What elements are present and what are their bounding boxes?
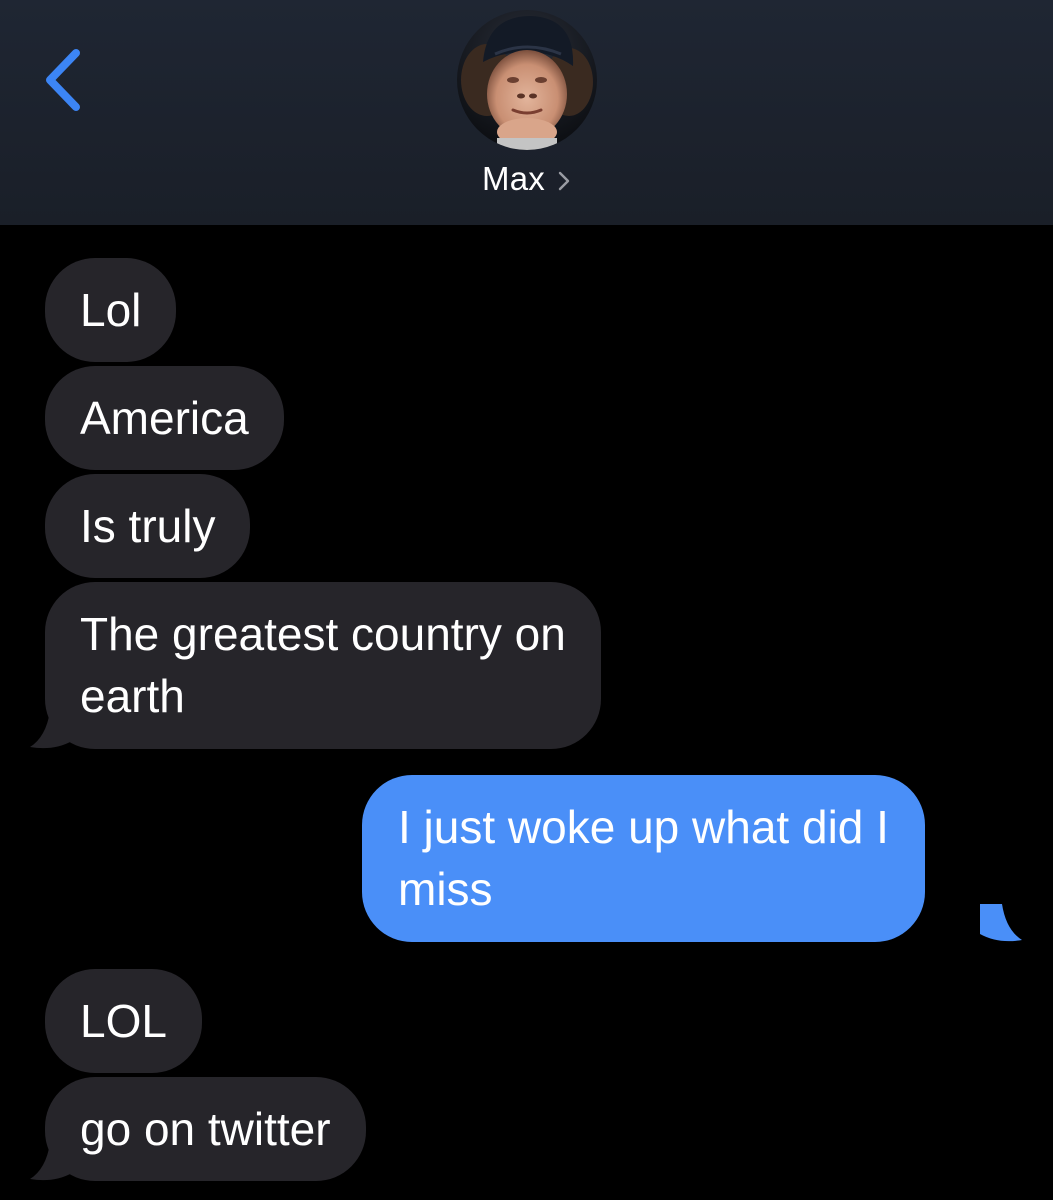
contact-name-button[interactable]: Max [0,157,1053,201]
back-button[interactable] [36,45,96,115]
message-thread: Lol America Is truly The greatest countr… [0,225,1053,1200]
message-line: The greatest country on [80,608,566,660]
message-bubble-incoming[interactable]: America [45,366,284,470]
message-bubble-incoming[interactable]: The greatest country on earth [45,582,601,749]
message-bubble-outgoing[interactable]: I just woke up what did I miss [362,775,925,942]
message-line: Is truly [80,500,216,552]
contact-photo [457,10,597,150]
message-bubble-incoming[interactable]: LOL [45,969,202,1073]
outgoing-bubble-tail [980,904,1022,942]
conversation-header: Max [0,0,1053,225]
message-line: I just woke up what did I [398,801,889,853]
chevron-right-icon [558,171,570,190]
message-line: go on twitter [80,1103,331,1155]
message-line: LOL [80,995,167,1047]
message-bubble-incoming[interactable]: go on twitter [45,1077,366,1181]
message-line: America [80,392,249,444]
message-line: miss [398,863,493,915]
message-line: Lol [80,284,142,336]
chevron-left-icon [46,49,80,111]
message-bubble-incoming[interactable]: Lol [45,258,177,362]
message-line: earth [80,670,185,722]
contact-name: Max [482,160,545,197]
contact-avatar[interactable] [457,10,597,150]
incoming-bubble-tail [30,711,72,749]
incoming-bubble-tail [30,1143,72,1181]
message-bubble-incoming[interactable]: Is truly [45,474,251,578]
